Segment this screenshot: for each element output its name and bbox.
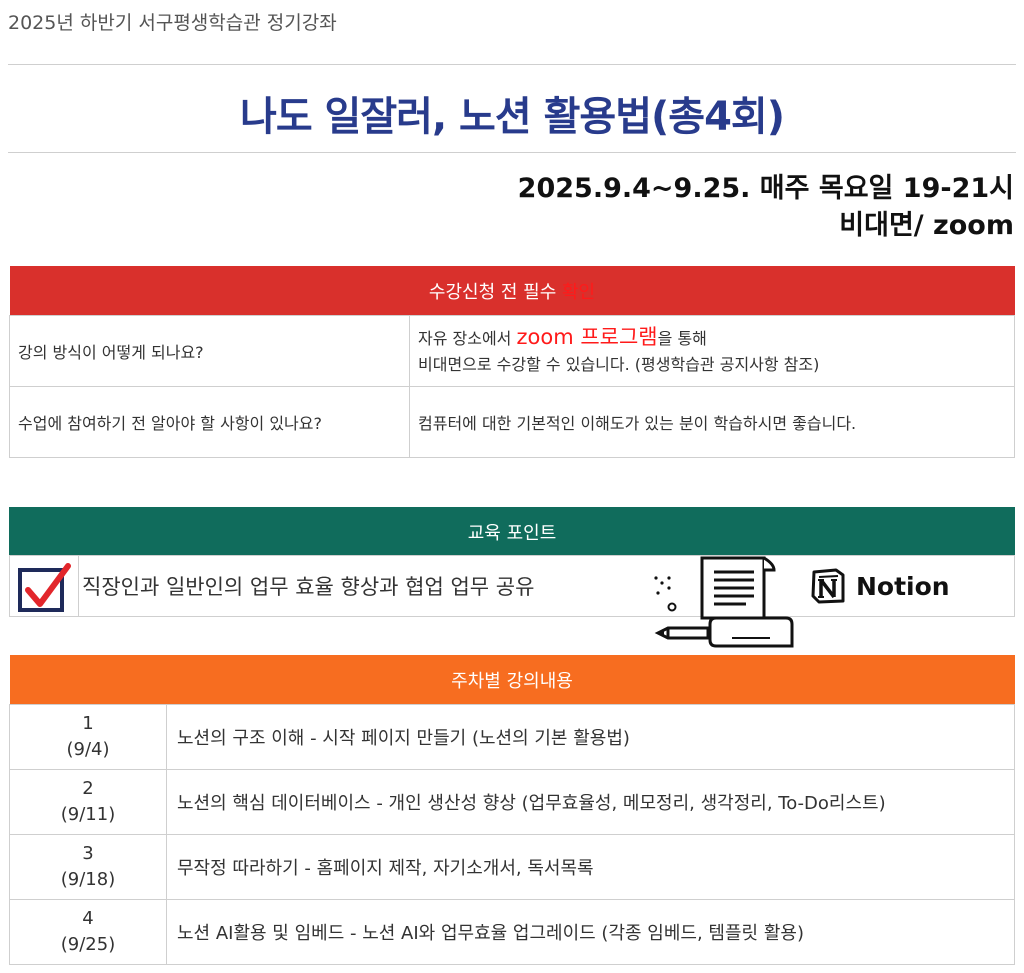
mode-line: 비대면/ zoom xyxy=(839,210,1014,241)
question-cell: 강의 방식이 어떻게 되나요? xyxy=(9,315,410,387)
edu-point-text: 직장인과 일반인의 업무 효율 향상과 협업 업무 공유 xyxy=(82,575,535,599)
week-content-cell: 노션의 핵심 데이터베이스 - 개인 생산성 향상 (업무효율성, 메모정리, … xyxy=(166,769,1015,835)
notion-brand: Notion xyxy=(856,572,950,601)
week-number-cell: 3 (9/18) xyxy=(9,834,167,900)
schedule-header: 주차별 강의내용 xyxy=(9,655,1015,705)
answer-cell: 자유 장소에서 zoom 프로그램을 통해 비대면으로 수강할 수 있습니다. … xyxy=(409,315,1015,387)
notion-logo-icon xyxy=(811,568,845,604)
course-subtitle: 2025년 하반기 서구평생학습관 정기강좌 xyxy=(8,12,337,34)
edu-point-row: 직장인과 일반인의 업무 효율 향상과 협업 업무 공유 Notion xyxy=(9,555,1015,648)
week-content-cell: 노션의 구조 이해 - 시작 페이지 만들기 (노션의 기본 활용법) xyxy=(166,704,1015,770)
week-number-cell: 2 (9/11) xyxy=(9,769,167,835)
title-divider xyxy=(8,152,1016,153)
zoom-highlight: zoom 프로그램 xyxy=(516,325,658,349)
document-pen-icon xyxy=(654,556,794,648)
page-title: 나도 일잘러, 노션 활용법(총4회) xyxy=(240,94,785,140)
week-content-cell: 무작정 따라하기 - 홈페이지 제작, 자기소개서, 독서목록 xyxy=(166,834,1015,900)
schedule-info: 2025.9.4~9.25. 매주 목요일 19-21시 비대면/ zoom xyxy=(518,170,1014,244)
point-divider xyxy=(78,556,79,616)
edu-point-header: 교육 포인트 xyxy=(9,507,1015,556)
schedule-table: 주차별 강의내용 1 (9/4) 노션의 구조 이해 - 시작 페이지 만들기 … xyxy=(9,655,1015,965)
notice-header-highlight: 확인 xyxy=(561,281,596,303)
notice-table: 수강신청 전 필수 확인 강의 방식이 어떻게 되나요? 자유 장소에서 zoo… xyxy=(9,266,1015,458)
date-line: 2025.9.4~9.25. 매주 목요일 19-21시 xyxy=(517,173,1014,204)
top-divider xyxy=(8,64,1016,65)
week-number-cell: 4 (9/25) xyxy=(9,899,167,965)
question-cell: 수업에 참여하기 전 알아야 할 사항이 있나요? xyxy=(9,386,410,458)
answer-cell: 컴퓨터에 대한 기본적인 이해도가 있는 분이 학습하시면 좋습니다. xyxy=(409,386,1015,458)
edu-point-header-table: 교육 포인트 xyxy=(9,507,1015,556)
week-content-cell: 노션 AI활용 및 임베드 - 노션 AI와 업무효율 업그레이드 (각종 임베… xyxy=(166,899,1015,965)
notice-header: 수강신청 전 필수 확인 xyxy=(9,266,1015,316)
checkbox-checked-icon xyxy=(18,563,71,612)
week-number-cell: 1 (9/4) xyxy=(9,704,167,770)
